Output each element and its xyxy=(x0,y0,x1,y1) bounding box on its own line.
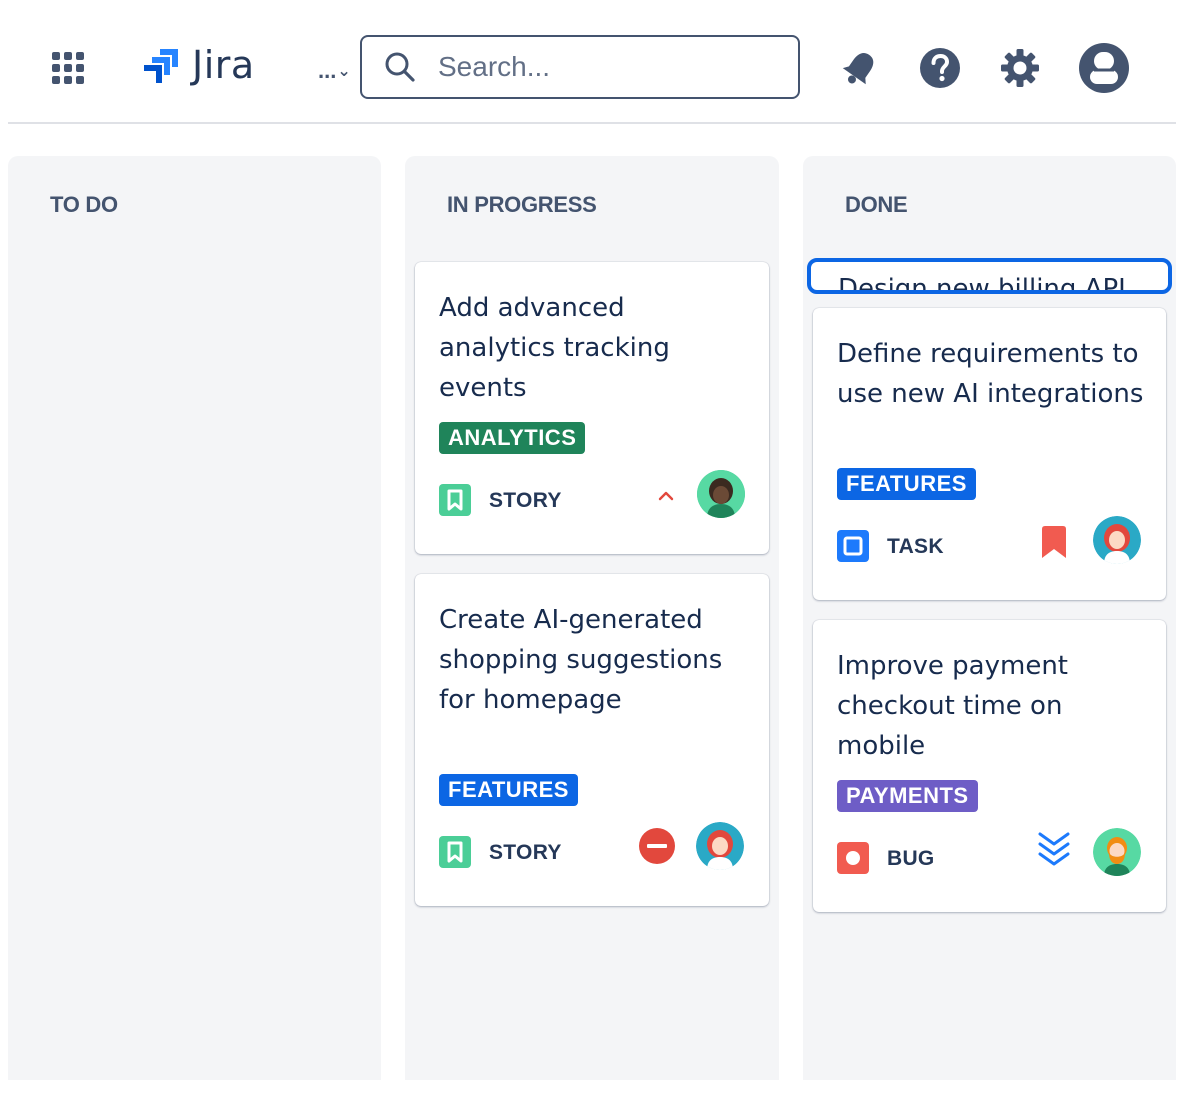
app-name: Jira xyxy=(192,43,255,87)
search-icon xyxy=(385,52,415,82)
notifications-button[interactable] xyxy=(836,44,884,92)
issue-card[interactable]: Create AI-generated shopping suggestions… xyxy=(415,574,769,906)
issue-type-label: STORY xyxy=(489,841,562,864)
settings-gear-icon xyxy=(1001,49,1039,87)
story-type-icon xyxy=(439,836,471,868)
issue-label-badge: PAYMENTS xyxy=(837,780,978,812)
help-icon xyxy=(920,48,960,88)
issue-title: Create AI-generated shopping suggestions… xyxy=(439,605,723,715)
column-todo[interactable] xyxy=(8,156,381,1080)
priority-medium-icon xyxy=(646,476,686,516)
priority-blocker-icon xyxy=(637,826,677,866)
issue-type-label: TASK xyxy=(887,535,944,558)
assignee-avatar[interactable] xyxy=(1093,828,1141,876)
search-input[interactable] xyxy=(438,51,768,83)
issue-card[interactable]: Improve payment checkout time on mobile … xyxy=(813,620,1166,912)
app-switcher-icon[interactable] xyxy=(44,44,92,92)
help-button[interactable] xyxy=(916,44,964,92)
jira-logo-icon xyxy=(144,49,178,83)
issue-type-label: STORY xyxy=(489,489,562,512)
assignee-avatar[interactable] xyxy=(697,470,745,518)
issue-title: Improve payment checkout time on mobile xyxy=(837,651,1068,761)
settings-button[interactable] xyxy=(996,44,1044,92)
notification-bell-icon xyxy=(842,53,874,85)
column-title-in-progress: IN PROGRESS xyxy=(447,192,597,217)
bug-type-icon xyxy=(837,842,869,874)
issue-title: Design new billing API xyxy=(838,274,1126,294)
header-divider xyxy=(8,122,1176,124)
issue-label-badge: FEATURES xyxy=(837,468,976,500)
issue-title: Define requirements to use new AI integr… xyxy=(837,339,1144,409)
dragging-issue-card[interactable]: Design new billing API xyxy=(807,258,1172,294)
jira-logo[interactable]: Jira xyxy=(142,40,255,90)
top-navigation-bar: Jira ... ⌄ xyxy=(0,0,1190,124)
more-menu-label: ... xyxy=(318,58,337,83)
issue-label-badge: ANALYTICS xyxy=(439,422,586,454)
chevron-down-icon: ⌄ xyxy=(337,63,351,80)
issue-title: Add advanced analytics tracking events xyxy=(439,293,670,403)
story-type-icon xyxy=(439,484,471,516)
column-title-done: DONE xyxy=(845,192,908,217)
assignee-avatar[interactable] xyxy=(696,822,744,870)
issue-card[interactable]: Define requirements to use new AI integr… xyxy=(813,308,1166,600)
profile-button[interactable] xyxy=(1078,42,1130,94)
priority-lowest-icon xyxy=(1034,830,1074,870)
issue-type-label: BUG xyxy=(887,847,935,870)
issue-label-badge: FEATURES xyxy=(439,774,578,806)
column-done[interactable] xyxy=(803,156,1176,1080)
issue-card[interactable]: Add advanced analytics tracking events A… xyxy=(415,262,769,554)
profile-avatar-icon xyxy=(1079,43,1129,93)
search-field[interactable] xyxy=(360,35,800,99)
assignee-avatar[interactable] xyxy=(1093,516,1141,564)
priority-highest-flag-icon xyxy=(1034,522,1074,562)
task-type-icon xyxy=(837,530,869,562)
more-menu-button[interactable]: ... ⌄ xyxy=(318,56,364,86)
column-title-todo: TO DO xyxy=(50,192,118,217)
